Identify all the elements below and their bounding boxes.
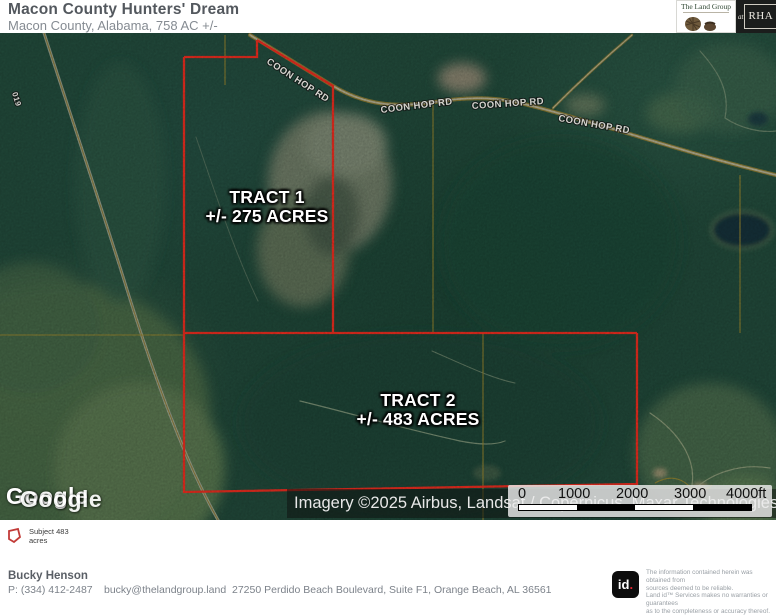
legend: Subject 483 acres: [0, 520, 776, 560]
scale-bar: 0 1000 2000 3000 4000ft: [508, 485, 772, 517]
rha-logo-text: RHA: [744, 4, 776, 29]
land-group-logo: The Land Group: [676, 0, 736, 33]
google-logo-ghost: Google: [20, 486, 102, 513]
agent-phone: P: (334) 412-2487: [8, 584, 93, 596]
tract1-label: TRACT 1 +/- 275 ACRES: [192, 188, 342, 226]
scale-tick-2000: 2000: [616, 486, 648, 502]
pinecone-icon: [683, 14, 723, 32]
scale-tick-1000: 1000: [558, 486, 590, 502]
land-id-logo: id.: [612, 571, 639, 598]
agent-address: 27250 Perdido Beach Boulevard, Suite F1,…: [232, 584, 552, 596]
scale-track: [518, 504, 752, 511]
header: Macon County Hunters' Dream Macon County…: [0, 0, 776, 33]
land-listing-map-page: Macon County Hunters' Dream Macon County…: [0, 0, 776, 600]
legend-item-subject: Subject 483 acres: [6, 527, 69, 545]
rha-logo: at RHA: [736, 0, 776, 33]
tract1-acres: +/- 275 ACRES: [192, 207, 342, 226]
page-title: Macon County Hunters' Dream: [8, 2, 239, 18]
footer: Bucky Henson P: (334) 412-2487 bucky@the…: [0, 565, 776, 600]
tract1-name: TRACT 1: [192, 188, 342, 207]
google-watermark[interactable]: Google Google: [6, 483, 166, 517]
header-titles: Macon County Hunters' Dream Macon County…: [0, 0, 239, 33]
disclaimer: The information contained herein was obt…: [646, 569, 774, 616]
land-group-logo-rule: [683, 12, 729, 13]
rha-logo-at: at: [738, 13, 743, 21]
scale-tick-0: 0: [518, 486, 526, 502]
header-logos: The Land Group at RHA: [676, 0, 776, 33]
tract2-acres: +/- 483 ACRES: [328, 410, 508, 429]
tract2-label: TRACT 2 +/- 483 ACRES: [328, 391, 508, 429]
agent-name: Bucky Henson: [8, 570, 88, 582]
scale-tick-3000: 3000: [674, 486, 706, 502]
land-group-logo-text: The Land Group: [677, 2, 735, 11]
scale-tick-4000ft: 4000ft: [726, 486, 766, 502]
tract2-name: TRACT 2: [328, 391, 508, 410]
page-subtitle: Macon County, Alabama, 758 AC +/-: [8, 19, 239, 33]
scale-labels: 0 1000 2000 3000 4000ft: [508, 485, 772, 501]
agent-email[interactable]: bucky@thelandgroup.land: [104, 584, 226, 596]
subject-polygon-icon: [6, 527, 22, 544]
map-overlay: COON HOP RD COON HOP RD COON HOP RD COON…: [0, 33, 776, 520]
legend-label: Subject 483 acres: [29, 528, 69, 545]
map-canvas[interactable]: COON HOP RD COON HOP RD COON HOP RD COON…: [0, 33, 776, 520]
forest-texture: [0, 33, 776, 520]
